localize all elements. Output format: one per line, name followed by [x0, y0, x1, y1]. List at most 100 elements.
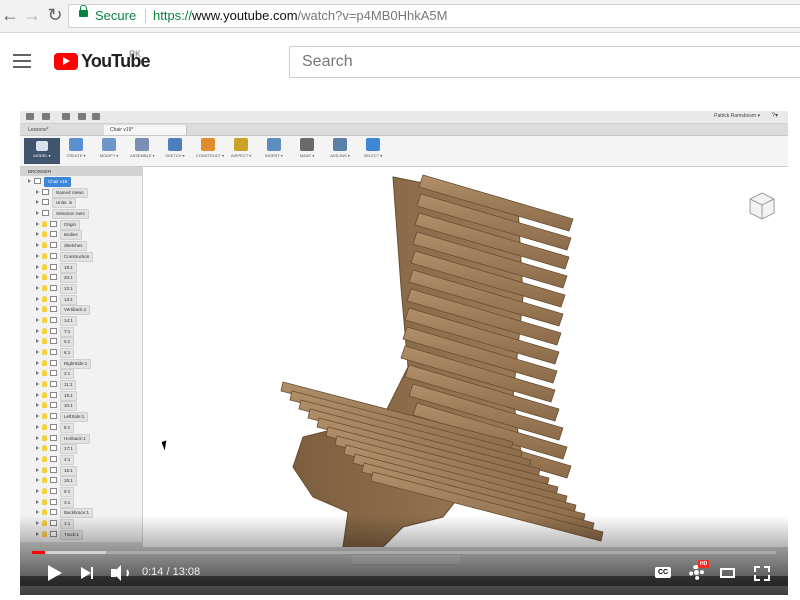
visibility-bulb-icon[interactable]: [42, 306, 47, 313]
expand-arrow-icon[interactable]: [36, 488, 39, 493]
ribbon-button-0[interactable]: MODEL ▾: [24, 138, 60, 164]
expand-arrow-icon[interactable]: [36, 360, 39, 365]
visibility-bulb-icon[interactable]: [42, 413, 47, 420]
visibility-bulb-icon[interactable]: [42, 402, 47, 409]
expand-arrow-icon[interactable]: [36, 189, 39, 194]
fullscreen-button[interactable]: [753, 562, 771, 584]
theater-mode-button[interactable]: [720, 562, 738, 584]
expand-arrow-icon[interactable]: [36, 221, 39, 226]
tree-item[interactable]: LeftSide:1: [20, 411, 142, 423]
tree-item[interactable]: RightSide:1: [20, 358, 142, 369]
tree-item[interactable]: Sketches: [20, 240, 142, 252]
play-button[interactable]: [46, 562, 64, 584]
expand-arrow-icon[interactable]: [36, 264, 39, 269]
ribbon-button-9[interactable]: ADD-INS ▾: [328, 138, 352, 164]
visibility-bulb-icon[interactable]: [42, 231, 47, 238]
expand-arrow-icon[interactable]: [36, 232, 39, 237]
visibility-bulb-icon[interactable]: [42, 498, 47, 505]
back-arrow-icon[interactable]: ←: [0, 5, 20, 25]
visibility-bulb-icon[interactable]: [42, 338, 47, 345]
tree-item[interactable]: 10:1: [20, 400, 142, 412]
tree-item[interactable]: 12:1: [20, 283, 142, 294]
ribbon-button-1[interactable]: CREATE ▾: [64, 138, 88, 164]
ribbon-button-4[interactable]: SKETCH ▾: [163, 138, 187, 164]
tree-item[interactable]: 20:1: [20, 272, 142, 284]
next-button[interactable]: [80, 562, 96, 584]
visibility-bulb-icon[interactable]: [42, 327, 47, 334]
tree-item[interactable]: 11:1: [20, 379, 142, 391]
ribbon-button-5[interactable]: CONSTRUCT ▾: [196, 138, 224, 164]
ribbon-button-2[interactable]: MODIFY ▾: [97, 138, 121, 164]
expand-arrow-icon[interactable]: [36, 414, 39, 419]
visibility-bulb-icon[interactable]: [42, 295, 47, 302]
visibility-bulb-icon[interactable]: [42, 381, 47, 388]
visibility-bulb-icon[interactable]: [42, 349, 47, 355]
tree-item[interactable]: 4:1: [20, 454, 142, 465]
tree-item[interactable]: 2:1: [20, 368, 142, 380]
expand-arrow-icon[interactable]: [36, 435, 39, 440]
tree-item[interactable]: 7:1: [20, 326, 142, 337]
expand-arrow-icon[interactable]: [36, 392, 39, 397]
captions-button[interactable]: CC: [655, 562, 673, 584]
visibility-bulb-icon[interactable]: [42, 263, 47, 270]
expand-arrow-icon[interactable]: [36, 446, 39, 451]
visibility-bulb-icon[interactable]: [42, 391, 47, 398]
tree-item[interactable]: 14:1: [20, 315, 142, 326]
visibility-bulb-icon[interactable]: [42, 242, 47, 249]
expand-arrow-icon[interactable]: [28, 179, 31, 183]
tree-item[interactable]: 18:1: [20, 262, 142, 273]
visibility-bulb-icon[interactable]: [42, 434, 47, 441]
expand-arrow-icon[interactable]: [36, 510, 39, 515]
expand-arrow-icon[interactable]: [36, 307, 39, 312]
tree-item[interactable]: 8:1: [20, 422, 142, 433]
tree-item[interactable]: 3:1: [20, 497, 142, 508]
reload-icon[interactable]: ↻: [45, 5, 65, 25]
expand-arrow-icon[interactable]: [36, 243, 39, 248]
settings-button[interactable]: HD: [687, 560, 710, 584]
expand-arrow-icon[interactable]: [36, 200, 39, 205]
address-bar[interactable]: Secure https://www.youtube.com/watch?v=p…: [68, 4, 800, 28]
expand-arrow-icon[interactable]: [36, 467, 39, 472]
tree-item[interactable]: 17:1: [20, 443, 142, 455]
visibility-bulb-icon[interactable]: [42, 220, 47, 227]
expand-arrow-icon[interactable]: [36, 285, 39, 290]
visibility-bulb-icon[interactable]: [42, 252, 47, 259]
forward-arrow-icon[interactable]: →: [22, 5, 42, 25]
ribbon-button-7[interactable]: INSERT ▾: [262, 138, 286, 164]
tree-item[interactable]: 15:1: [20, 465, 142, 476]
tree-item[interactable]: 9:1: [20, 486, 142, 497]
expand-arrow-icon[interactable]: [36, 350, 39, 354]
tree-item[interactable]: 13:1: [20, 294, 142, 305]
expand-arrow-icon[interactable]: [36, 403, 39, 408]
tree-item[interactable]: Chair v19: [20, 176, 142, 187]
visibility-bulb-icon[interactable]: [42, 445, 47, 452]
tree-item[interactable]: Construction: [20, 251, 142, 262]
tree-item[interactable]: 5:1: [20, 336, 142, 348]
expand-arrow-icon[interactable]: [36, 382, 39, 387]
tree-item[interactable]: 6:1: [20, 347, 142, 358]
viewcube-icon[interactable]: [748, 191, 776, 221]
tree-item[interactable]: 19:1: [20, 390, 142, 401]
tree-item[interactable]: Units: in: [20, 197, 142, 209]
visibility-bulb-icon[interactable]: [42, 359, 47, 366]
expand-arrow-icon[interactable]: [36, 275, 39, 280]
tree-item[interactable]: Origin: [20, 219, 142, 230]
ribbon-button-6[interactable]: INSPECT ▾: [229, 138, 253, 164]
visibility-bulb-icon[interactable]: [42, 455, 47, 462]
tree-item[interactable]: Named Views: [20, 187, 142, 198]
visibility-bulb-icon[interactable]: [42, 370, 47, 377]
expand-arrow-icon[interactable]: [36, 456, 39, 461]
expand-arrow-icon[interactable]: [36, 211, 39, 216]
visibility-bulb-icon[interactable]: [42, 423, 47, 430]
menu-icon[interactable]: [13, 54, 31, 68]
expand-arrow-icon[interactable]: [36, 499, 39, 504]
search-input[interactable]: [300, 47, 784, 77]
visibility-bulb-icon[interactable]: [42, 284, 47, 291]
video-player[interactable]: Patrick Ramsbosm ▾ ?▾ Lessons* Chair v19…: [20, 111, 788, 595]
search-box[interactable]: [289, 46, 800, 78]
visibility-bulb-icon[interactable]: [42, 477, 47, 484]
visibility-bulb-icon[interactable]: [42, 274, 47, 281]
expand-arrow-icon[interactable]: [36, 328, 39, 333]
tree-item[interactable]: Bodies: [20, 229, 142, 241]
url-text[interactable]: https://www.youtube.com/watch?v=p4MB0Hhk…: [153, 5, 447, 27]
